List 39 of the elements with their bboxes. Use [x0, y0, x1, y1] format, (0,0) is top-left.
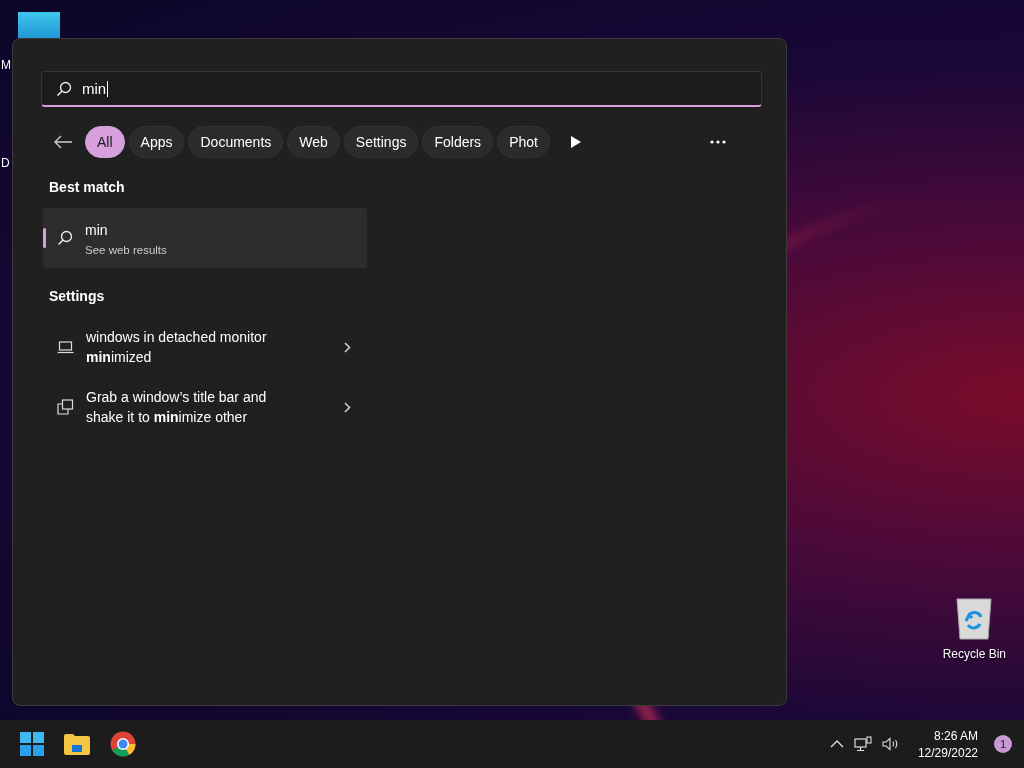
desktop-icon-label: D [1, 156, 10, 170]
clock-date[interactable]: 12/29/2022 [917, 745, 978, 760]
section-heading: Settings [49, 288, 106, 304]
result-subtitle: See web results [85, 244, 168, 256]
clock-time[interactable]: 8:26 AM [933, 728, 978, 743]
speaker-icon[interactable] [881, 737, 900, 751]
folder-icon[interactable] [64, 733, 90, 755]
filter-tab[interactable]: Documents [188, 126, 284, 158]
search-icon [57, 230, 73, 246]
result-title: min [85, 221, 109, 240]
recycle-bin-icon[interactable] [955, 597, 994, 641]
more-options-icon[interactable] [709, 140, 726, 144]
browser-icon[interactable] [110, 731, 136, 757]
scroll-right-icon[interactable] [569, 135, 582, 149]
filter-tab[interactable]: Apps [128, 126, 185, 158]
filter-tab[interactable]: Phot [497, 126, 550, 158]
filter-tab[interactable]: Settings [343, 126, 419, 158]
filter-tab[interactable]: All [85, 126, 125, 158]
search-icon [56, 80, 72, 97]
filter-tab[interactable]: Web [287, 126, 340, 158]
chevron-right-icon [344, 341, 351, 353]
section-heading: Best match [49, 179, 126, 195]
filter-tab[interactable]: Folders [422, 126, 494, 158]
result-title: Grab a window’s title bar and shake it to minimize other [86, 388, 268, 427]
search-result[interactable]: Grab a window’s title bar and shake it to minimize other [43, 377, 367, 437]
recycle-bin-label: Recycle Bin [942, 647, 1006, 661]
desktop-icon-label: M [1, 58, 11, 72]
overlapping-windows-icon [57, 399, 74, 415]
result-title: windows in detached monitor minimized [86, 328, 268, 367]
windows-start-icon[interactable] [20, 732, 44, 756]
search-result[interactable]: min See web results [43, 208, 367, 268]
chevron-right-icon [344, 401, 351, 413]
search-field[interactable]: min [41, 71, 762, 107]
chevron-up-icon[interactable] [829, 740, 844, 748]
notification-badge[interactable]: 1 [994, 735, 1012, 753]
back-arrow-icon[interactable] [53, 134, 73, 150]
network-icon[interactable] [853, 736, 872, 752]
laptop-icon [57, 340, 74, 354]
search-result[interactable]: windows in detached monitor minimized [43, 317, 367, 377]
